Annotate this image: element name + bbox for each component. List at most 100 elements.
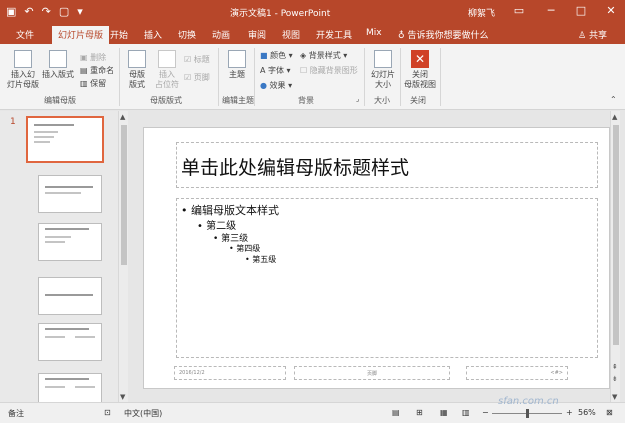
quick-access-toolbar: ▣ ↶ ↷ ▢ ▾ xyxy=(6,5,83,18)
tab-file[interactable]: 文件 xyxy=(16,28,34,41)
bullet-level-5: • 第五级 xyxy=(245,255,277,264)
body-placeholder[interactable]: • 编辑母版文本样式 • 第二级 • 第三级 • 第四级 • 第五级 xyxy=(176,198,598,358)
tab-developer[interactable]: 开发工具 xyxy=(316,28,352,41)
slide-thumbnail-layout[interactable] xyxy=(38,277,102,315)
customize-icon[interactable]: ▾ xyxy=(77,5,83,18)
tab-animations[interactable]: 动画 xyxy=(212,28,230,41)
share-button[interactable]: ♙ 共享 xyxy=(578,28,607,41)
slide-size-icon xyxy=(374,50,392,68)
close-icon[interactable]: ✕ xyxy=(604,4,618,17)
footer-checkbox[interactable]: ☑ 页脚 xyxy=(184,72,210,83)
spelling-icon[interactable]: ⊡ xyxy=(104,408,111,417)
date-placeholder[interactable]: 2016/12/2 xyxy=(174,366,286,380)
slide-number-label: 1 xyxy=(10,117,16,127)
insert-layout-button[interactable]: 插入版式 xyxy=(40,50,76,80)
background-icon: ◈ xyxy=(300,51,309,60)
thumbnails-scrollbar[interactable]: ▲ ▼ xyxy=(118,111,128,402)
checkbox-icon: ☑ xyxy=(184,73,194,82)
previous-slide-icon[interactable]: ⇞ xyxy=(612,363,618,371)
close-master-view-button[interactable]: ✕ 关闭 母版视图 xyxy=(402,50,438,90)
scroll-up-icon[interactable]: ▲ xyxy=(120,113,125,121)
zoom-in-icon[interactable]: + xyxy=(566,408,573,417)
language-indicator[interactable]: 中文(中国) xyxy=(124,408,162,419)
slide-size-button[interactable]: 幻灯片 大小 xyxy=(368,50,398,90)
tab-review[interactable]: 审阅 xyxy=(248,28,266,41)
slide-thumbnail-layout[interactable] xyxy=(38,223,102,261)
ribbon-display-icon[interactable]: ▭ xyxy=(512,4,526,17)
next-slide-icon[interactable]: ⇟ xyxy=(612,375,618,383)
dialog-launcher-icon[interactable]: ⌟ xyxy=(356,95,359,103)
maximize-icon[interactable]: □ xyxy=(574,4,588,17)
canvas-scrollbar[interactable]: ▲ ⇞ ⇟ ▼ xyxy=(610,111,620,402)
slide-thumbnail-layout[interactable] xyxy=(38,175,102,213)
slide-thumbnail-master[interactable] xyxy=(26,116,104,163)
tab-mix[interactable]: Mix xyxy=(366,28,382,38)
new-icon[interactable]: ▢ xyxy=(59,5,69,18)
insert-slide-master-button[interactable]: 插入幻 灯片母版 xyxy=(6,50,40,90)
slide-thumbnail-layout[interactable] xyxy=(38,323,102,361)
slide-title: 单击此处编辑母版标题样式 xyxy=(181,157,410,179)
title-placeholder[interactable]: 单击此处编辑母版标题样式 xyxy=(176,142,598,188)
rename-icon: ▤ xyxy=(80,66,91,75)
zoom-level[interactable]: 56% xyxy=(578,408,596,417)
delete-button[interactable]: ▣ 删除 xyxy=(80,52,106,63)
font-icon: A xyxy=(260,66,269,75)
scroll-down-icon[interactable]: ▼ xyxy=(612,393,617,401)
fonts-dropdown[interactable]: A 字体 ▾ xyxy=(260,65,291,76)
tell-me-search[interactable]: ♁ 告诉我你想要做什么 xyxy=(398,28,488,41)
slide-master-canvas[interactable]: 单击此处编辑母版标题样式 • 编辑母版文本样式 • 第二级 • 第三级 • 第四… xyxy=(143,127,610,389)
bullet-level-2: • 第二级 xyxy=(197,221,237,232)
slide-number-placeholder[interactable]: <#> xyxy=(466,366,568,380)
group-label-edit-master: 编辑母版 xyxy=(44,96,76,105)
collapse-ribbon-icon[interactable]: ⌃ xyxy=(610,95,617,104)
scroll-down-icon[interactable]: ▼ xyxy=(120,393,125,401)
preserve-button[interactable]: ▥ 保留 xyxy=(80,78,106,89)
tab-home[interactable]: 开始 xyxy=(110,28,128,41)
close-master-icon: ✕ xyxy=(411,50,429,68)
bullet-level-4: • 第四级 xyxy=(229,244,261,253)
redo-icon[interactable]: ↷ xyxy=(42,5,51,18)
rename-button[interactable]: ▤ 重命名 xyxy=(80,65,114,76)
effects-dropdown[interactable]: ● 效果 ▾ xyxy=(260,80,292,91)
group-divider xyxy=(119,48,120,106)
normal-view-icon[interactable]: ⊞ xyxy=(416,408,423,417)
person-icon: ♙ xyxy=(578,31,589,41)
colors-dropdown[interactable]: ■ 颜色 ▾ xyxy=(260,50,293,61)
zoom-out-icon[interactable]: − xyxy=(482,408,489,417)
group-divider xyxy=(400,48,401,106)
group-label-background: 背景 xyxy=(298,96,314,105)
slide-thumbnail-layout[interactable] xyxy=(38,373,102,403)
palette-icon: ■ xyxy=(260,51,271,60)
save-icon[interactable]: ▣ xyxy=(6,5,16,18)
slide-sorter-icon[interactable]: ▦ xyxy=(440,408,448,417)
minimize-icon[interactable]: ─ xyxy=(544,4,558,17)
tab-insert[interactable]: 插入 xyxy=(144,28,162,41)
footer-placeholder[interactable]: 页脚 xyxy=(294,366,450,380)
tab-transitions[interactable]: 切换 xyxy=(178,28,196,41)
delete-icon: ▣ xyxy=(80,53,91,62)
undo-icon[interactable]: ↶ xyxy=(24,5,33,18)
scroll-thumb[interactable] xyxy=(121,125,127,265)
group-divider xyxy=(218,48,219,106)
zoom-slider-knob[interactable] xyxy=(526,409,529,418)
scroll-thumb[interactable] xyxy=(613,125,619,345)
pin-icon: ▥ xyxy=(80,79,91,88)
hide-background-graphics-checkbox[interactable]: ☐ 隐藏背景图形 xyxy=(300,65,358,76)
insert-placeholder-button[interactable]: 插入 占位符 xyxy=(152,50,182,90)
reading-view-icon[interactable]: ▥ xyxy=(462,408,470,417)
scroll-up-icon[interactable]: ▲ xyxy=(612,113,617,121)
fit-to-window-icon[interactable]: ⊠ xyxy=(606,408,613,417)
themes-button[interactable]: 主题 xyxy=(224,50,250,80)
checkbox-icon: ☑ xyxy=(184,55,194,64)
title-bar: ▣ ↶ ↷ ▢ ▾ 演示文稿1 - PowerPoint 柳絮飞 ▭ ─ □ ✕ xyxy=(0,0,625,24)
notes-label: 备注 xyxy=(8,409,24,418)
user-name[interactable]: 柳絮飞 xyxy=(468,6,495,19)
master-layout-button[interactable]: 母版 版式 xyxy=(124,50,150,90)
background-styles-dropdown[interactable]: ◈ 背景样式 ▾ xyxy=(300,50,347,61)
tab-view[interactable]: 视图 xyxy=(282,28,300,41)
slide-thumbnails-pane: 1 xyxy=(0,111,118,403)
effects-icon: ● xyxy=(260,81,270,90)
title-checkbox[interactable]: ☑ 标题 xyxy=(184,54,210,65)
tab-slide-master[interactable]: 幻灯片母版 xyxy=(52,26,110,44)
notes-toggle-icon[interactable]: ▤ xyxy=(392,408,400,417)
